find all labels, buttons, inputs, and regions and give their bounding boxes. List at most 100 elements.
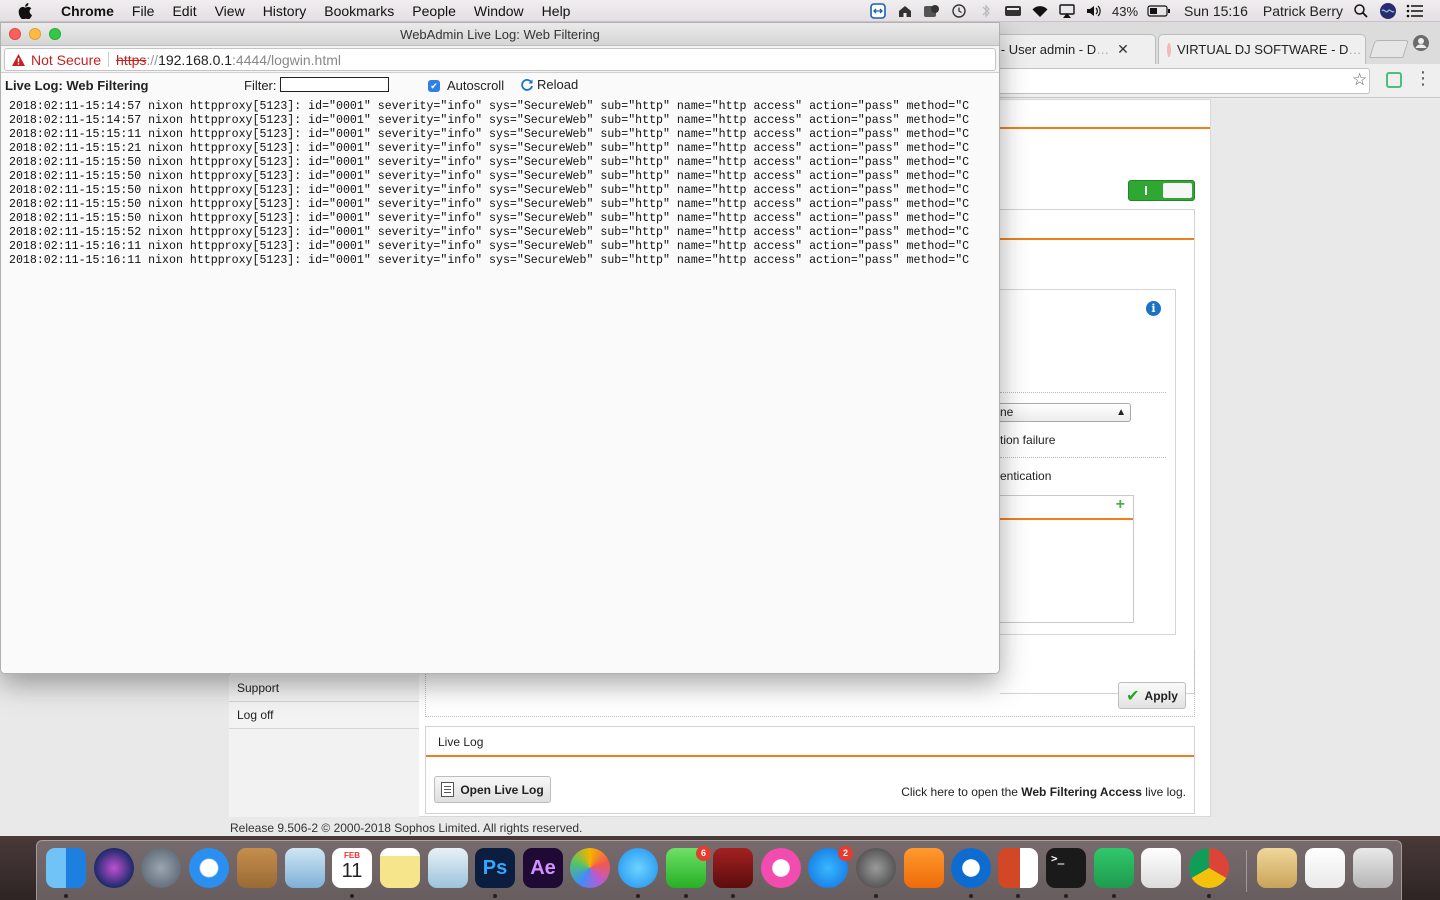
launchpad-icon[interactable] (141, 848, 181, 888)
tab-virtual-dj[interactable]: VIRTUAL DJ SOFTWARE - D… ✕ (1158, 34, 1366, 64)
preview-icon[interactable] (428, 848, 468, 888)
siri-icon[interactable] (1379, 3, 1397, 19)
trash-icon[interactable] (1353, 848, 1393, 888)
popup-window-title: WebAdmin Live Log: Web Filtering (400, 27, 600, 42)
menu-bookmarks[interactable]: Bookmarks (315, 3, 403, 19)
terminal-icon[interactable]: >_ (1046, 848, 1086, 888)
sidebar-item-log-off[interactable]: Log off (229, 702, 419, 729)
minimize-window-button[interactable] (29, 28, 41, 40)
reload-button[interactable]: Reload (520, 77, 578, 92)
extension-icon[interactable] (1386, 72, 1402, 88)
photoshop-label: Ps (482, 856, 508, 879)
textedit-icon[interactable] (1141, 848, 1181, 888)
gallery-icon[interactable] (923, 3, 941, 19)
open-live-log-button[interactable]: Open Live Log (434, 776, 551, 803)
volume-icon[interactable] (1085, 3, 1103, 19)
menu-file[interactable]: File (123, 3, 164, 19)
menu-history[interactable]: History (254, 3, 316, 19)
running-indicator (874, 894, 878, 898)
ibooks-icon[interactable] (904, 848, 944, 888)
user-name[interactable]: Patrick Berry (1263, 3, 1343, 19)
itunes-icon[interactable] (761, 848, 801, 888)
keyboard-icon[interactable] (1004, 3, 1022, 19)
system-preferences-icon[interactable] (856, 848, 896, 888)
apple-menu-icon[interactable] (18, 2, 38, 19)
add-item-icon[interactable]: + (1116, 496, 1125, 514)
menu-people[interactable]: People (403, 3, 465, 19)
not-secure-label[interactable]: Not Secure (31, 52, 101, 68)
bluetooth-icon[interactable] (977, 3, 995, 19)
popup-url-field[interactable]: Not Secure https://192.168.0.1:4444/logw… (4, 48, 996, 71)
mode-select[interactable]: ne ▲ (1000, 403, 1131, 422)
running-indicator (969, 894, 973, 898)
checkmark-icon: ✔ (1126, 687, 1140, 705)
battery-percent: 43% (1112, 3, 1139, 19)
wifi-icon[interactable] (1031, 3, 1049, 19)
menu-window[interactable]: Window (465, 3, 533, 19)
calendar-icon[interactable]: FEB 11 (332, 848, 372, 888)
photos-icon[interactable] (570, 848, 610, 888)
live-log-title: Live Log: Web Filtering (5, 78, 149, 93)
documents-stack-icon[interactable] (1305, 848, 1345, 888)
photoshop-icon[interactable]: Ps (475, 848, 515, 888)
notes-icon[interactable] (380, 848, 420, 888)
zoom-window-button[interactable] (49, 28, 61, 40)
archive-utility-icon[interactable] (1257, 848, 1297, 888)
new-tab-button[interactable] (1369, 40, 1409, 58)
clock[interactable]: Sun 15:16 (1184, 3, 1248, 19)
sidebar-item-support[interactable]: Support (229, 675, 419, 702)
notification-center-icon[interactable] (1406, 3, 1424, 19)
select-arrows-icon: ▲ (1116, 407, 1126, 418)
section-divider (1000, 518, 1133, 520)
network-app-icon[interactable] (1094, 848, 1134, 888)
menu-help[interactable]: Help (533, 3, 580, 19)
popup-title-bar: WebAdmin Live Log: Web Filtering (1, 23, 999, 46)
dotted-separator (1000, 392, 1166, 393)
time-machine-icon[interactable] (950, 3, 968, 19)
filter-input[interactable] (280, 77, 389, 92)
popup-address-bar: Not Secure https://192.168.0.1:4444/logw… (1, 46, 999, 73)
filter-label: Filter: (244, 78, 277, 93)
chrome-icon[interactable] (1189, 848, 1229, 888)
safari-icon[interactable] (189, 848, 229, 888)
powerpoint-icon[interactable] (998, 848, 1038, 888)
address-bar[interactable] (990, 68, 1370, 94)
mail-stamp-icon[interactable] (285, 848, 325, 888)
tab-fade: … (1096, 42, 1110, 57)
messages-icon[interactable] (618, 848, 658, 888)
menu-app-name[interactable]: Chrome (52, 3, 123, 19)
after-effects-icon[interactable]: Ae (523, 848, 563, 888)
live-log-section: Live Log Open Live Log Click here to ope… (425, 726, 1195, 814)
spotlight-search-icon[interactable] (1352, 3, 1370, 19)
menu-items: Chrome File Edit View History Bookmarks … (52, 3, 579, 19)
apply-button[interactable]: ✔ Apply (1118, 682, 1186, 709)
close-tab-icon[interactable]: ✕ (1117, 41, 1129, 58)
profile-avatar-icon[interactable] (1412, 34, 1430, 55)
close-window-button[interactable] (9, 28, 21, 40)
menu-edit[interactable]: Edit (163, 3, 205, 19)
photo-booth-icon[interactable] (713, 848, 753, 888)
home-icon[interactable] (896, 3, 914, 19)
contacts-icon[interactable] (237, 848, 277, 888)
log-line: 2018:02:11-15:15:50 nixon httpproxy[5123… (9, 170, 970, 183)
tab-favicon-icon (1167, 42, 1171, 57)
airplay-icon[interactable] (1058, 3, 1076, 19)
log-output: 2018:02:11-15:14:57 nixon httpproxy[5123… (1, 98, 999, 673)
autoscroll-checkbox[interactable]: ✔ (428, 80, 440, 92)
running-indicator (1064, 894, 1068, 898)
more-menu-icon[interactable]: ⋮ (1414, 68, 1432, 89)
siri-app-icon[interactable] (94, 848, 134, 888)
menu-view[interactable]: View (206, 3, 254, 19)
log-line: 2018:02:11-15:16:11 nixon httpproxy[5123… (9, 240, 970, 253)
enable-toggle[interactable] (1128, 180, 1195, 201)
teamviewer-icon[interactable] (869, 3, 887, 19)
info-icon[interactable]: i (1146, 301, 1161, 316)
bookmark-star-icon[interactable]: ☆ (1352, 70, 1367, 90)
log-line: 2018:02:11-15:14:57 nixon httpproxy[5123… (9, 100, 970, 113)
battery-icon[interactable] (1147, 3, 1171, 19)
running-indicator (1112, 894, 1116, 898)
calendar-month: FEB (344, 851, 360, 860)
finder-icon[interactable] (46, 848, 86, 888)
teamviewer-app-icon[interactable] (951, 848, 991, 888)
running-indicator (636, 894, 640, 898)
